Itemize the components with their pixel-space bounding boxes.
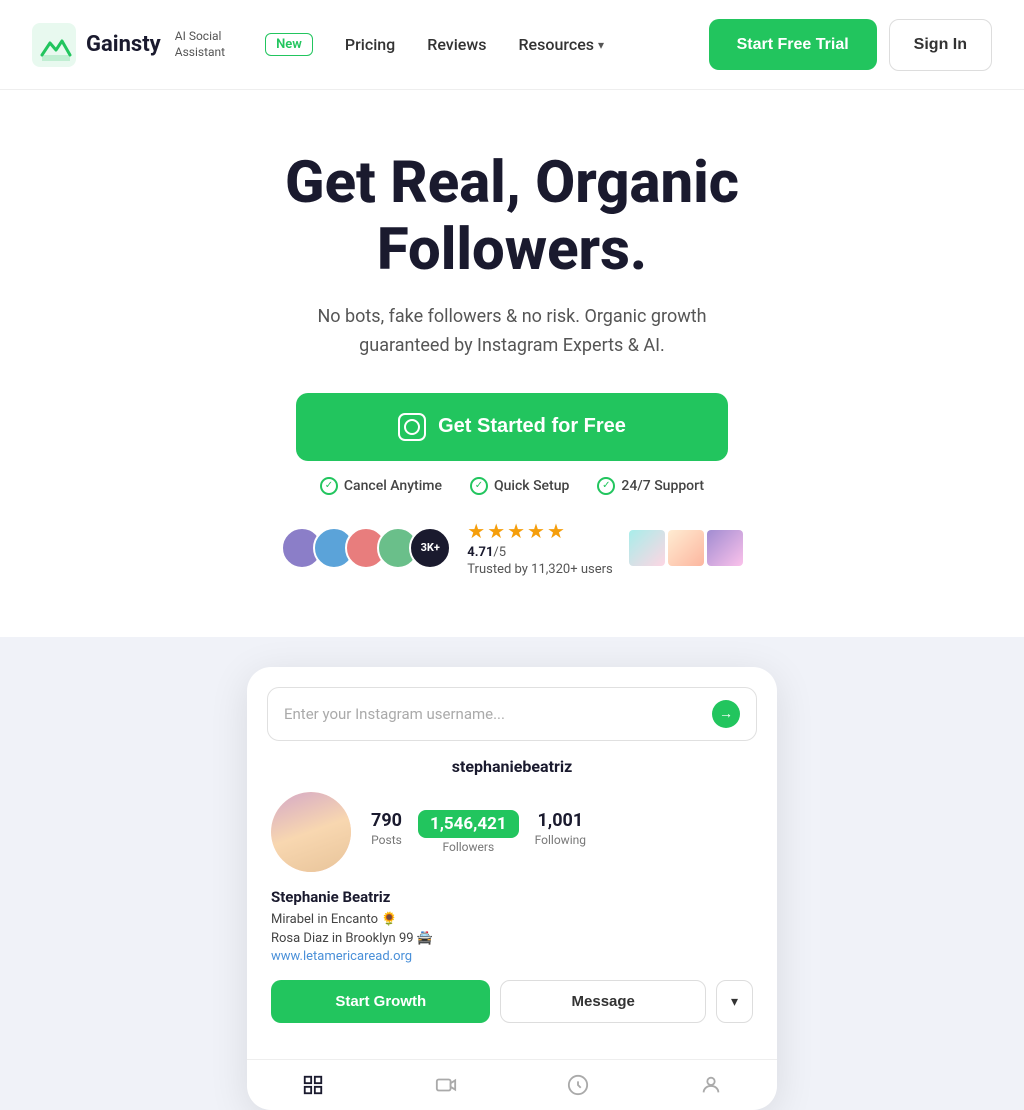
trust-badge-cancel: ✓ Cancel Anytime (320, 477, 442, 495)
instagram-icon (398, 413, 426, 441)
trust-badge-setup: ✓ Quick Setup (470, 477, 569, 495)
navbar: Gainsty AI Social Assistant New Pricing … (0, 0, 1024, 90)
bottom-nav-grid[interactable] (247, 1074, 380, 1096)
stats-row: 790 Posts 1,546,421 Followers 1,001 Foll… (371, 810, 753, 854)
posts-label: Posts (371, 833, 402, 847)
start-trial-button[interactable]: Start Free Trial (709, 19, 877, 70)
bottom-nav-profile[interactable] (645, 1074, 778, 1096)
bottom-nav-video[interactable] (380, 1074, 513, 1096)
social-proof-row: 3K+ ★★★★★ 4.71/5 Trusted by 11,320+ user… (40, 519, 984, 597)
search-submit-button[interactable]: → (712, 700, 740, 728)
bio-link[interactable]: www.letamericaread.org (271, 949, 753, 964)
instagram-search-bar[interactable]: Enter your Instagram username... → (267, 687, 757, 741)
nav-link-resources[interactable]: Resources ▾ (518, 35, 604, 54)
message-button[interactable]: Message (500, 980, 705, 1023)
hero-headline: Get Real, Organic Followers. (212, 150, 812, 283)
bottom-nav (247, 1059, 777, 1110)
trust-label-support: 24/7 Support (621, 478, 704, 494)
posts-count: 790 (371, 810, 402, 831)
avatar-count: 3K+ (409, 527, 451, 569)
new-badge: New (265, 33, 313, 56)
bio-section: Stephanie Beatriz Mirabel in Encanto 🌻 R… (271, 888, 753, 980)
resources-label: Resources (518, 35, 594, 54)
nav-cta-group: Start Free Trial Sign In (709, 19, 992, 71)
check-icon-2: ✓ (470, 477, 488, 495)
nav-links: New Pricing Reviews Resources ▾ (265, 33, 685, 56)
following-stat: 1,001 Following (535, 810, 586, 854)
get-started-label: Get Started for Free (438, 415, 626, 438)
mock-section: Enter your Instagram username... → steph… (0, 637, 1024, 1110)
ai-assistant-label: AI Social Assistant (175, 29, 225, 60)
trust-label-cancel: Cancel Anytime (344, 478, 442, 494)
headline-line1: Get Real, Organic (285, 149, 739, 217)
check-icon-3: ✓ (597, 477, 615, 495)
rating-text: 4.71/5 (467, 545, 506, 560)
bio-line2: Rosa Diaz in Brooklyn 99 🚔 (271, 929, 753, 949)
start-growth-button[interactable]: Start Growth (271, 980, 490, 1023)
nav-link-pricing[interactable]: Pricing (345, 35, 395, 54)
profile-stats-row: 790 Posts 1,546,421 Followers 1,001 Foll… (271, 792, 753, 872)
trust-badges: ✓ Cancel Anytime ✓ Quick Setup ✓ 24/7 Su… (40, 477, 984, 495)
followers-count: 1,546,421 (418, 810, 519, 838)
rating-area: ★★★★★ 4.71/5 Trusted by 11,320+ users (467, 519, 612, 577)
dropdown-button[interactable]: ▾ (716, 980, 753, 1023)
rating-denom: /5 (493, 545, 506, 560)
hero-subtext: No bots, fake followers & no risk. Organ… (287, 303, 737, 361)
trust-label-setup: Quick Setup (494, 478, 569, 494)
trusted-text: Trusted by 11,320+ users (467, 562, 612, 577)
followers-stat: 1,546,421 Followers (418, 810, 519, 854)
profile-username: stephaniebeatriz (271, 757, 753, 776)
avatar-image (271, 792, 351, 872)
headline-line2: Followers. (377, 216, 647, 284)
nav-link-reviews[interactable]: Reviews (427, 35, 486, 54)
insta-thumb-3 (707, 530, 743, 566)
chevron-down-icon: ▾ (598, 38, 604, 52)
trust-badge-support: ✓ 24/7 Support (597, 477, 704, 495)
avatar-stack: 3K+ (281, 527, 451, 569)
posts-stat: 790 Posts (371, 810, 402, 854)
logo-area[interactable]: Gainsty AI Social Assistant (32, 23, 225, 67)
bio-name: Stephanie Beatriz (271, 888, 753, 906)
insta-thumb-2 (668, 530, 704, 566)
check-icon: ✓ (320, 477, 338, 495)
search-input-placeholder: Enter your Instagram username... (284, 705, 712, 723)
star-rating: ★★★★★ (467, 519, 567, 543)
logo-text: Gainsty (86, 32, 161, 57)
bottom-nav-explore[interactable] (512, 1074, 645, 1096)
insta-thumb-1 (629, 530, 665, 566)
sign-in-button[interactable]: Sign In (889, 19, 992, 71)
rating-value: 4.71 (467, 545, 493, 560)
followers-label: Followers (442, 840, 494, 854)
logo-svg (32, 23, 76, 67)
get-started-button[interactable]: Get Started for Free (296, 393, 728, 461)
instagram-preview-thumbnails (629, 530, 743, 566)
following-count: 1,001 (537, 810, 583, 831)
profile-avatar (271, 792, 351, 872)
hero-section: Get Real, Organic Followers. No bots, fa… (0, 90, 1024, 637)
profile-section: stephaniebeatriz 790 Posts 1,546,421 Fol… (247, 757, 777, 1059)
profile-action-row: Start Growth Message ▾ (271, 980, 753, 1023)
phone-card: Enter your Instagram username... → steph… (247, 667, 777, 1110)
following-label: Following (535, 833, 586, 847)
bio-line1: Mirabel in Encanto 🌻 (271, 910, 753, 930)
